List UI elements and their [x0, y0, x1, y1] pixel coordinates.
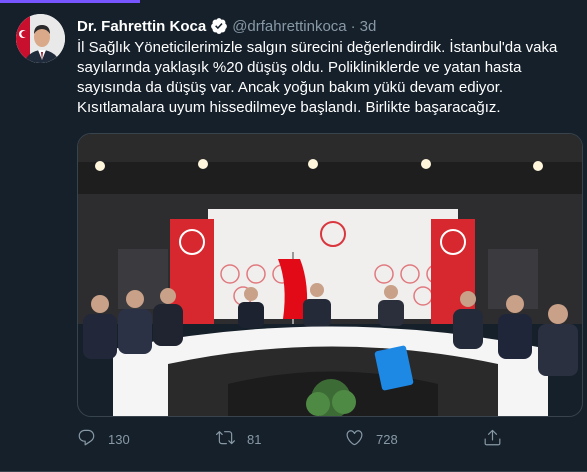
- avatar[interactable]: [16, 14, 65, 63]
- tweet-text: İl Sağlık Yöneticilerimizle salgın sürec…: [77, 39, 558, 116]
- author-handle[interactable]: @drfahrettinkoca: [232, 18, 346, 35]
- timestamp[interactable]: 3d: [360, 18, 377, 35]
- share-button[interactable]: [483, 428, 502, 450]
- tweet-header: Dr. Fahrettin Koca @drfahrettinkoca · 3d: [77, 16, 376, 36]
- tweet-photo[interactable]: [77, 133, 583, 417]
- verified-badge-icon: [210, 17, 228, 35]
- author-name[interactable]: Dr. Fahrettin Koca: [77, 18, 206, 35]
- like-button[interactable]: 728: [345, 428, 398, 450]
- like-count: 728: [376, 431, 398, 447]
- like-icon: [345, 428, 364, 450]
- retweet-icon: [216, 428, 235, 450]
- separator-dot: ·: [350, 17, 356, 35]
- reply-button[interactable]: 130: [77, 428, 130, 450]
- tweet-actions: 130 81 728: [77, 428, 557, 452]
- tweet[interactable]: Dr. Fahrettin Koca @drfahrettinkoca · 3d…: [0, 0, 587, 472]
- reply-count: 130: [108, 431, 130, 447]
- reply-icon: [77, 428, 96, 450]
- share-icon: [483, 428, 502, 450]
- retweet-button[interactable]: 81: [216, 428, 261, 450]
- retweet-count: 81: [247, 431, 262, 447]
